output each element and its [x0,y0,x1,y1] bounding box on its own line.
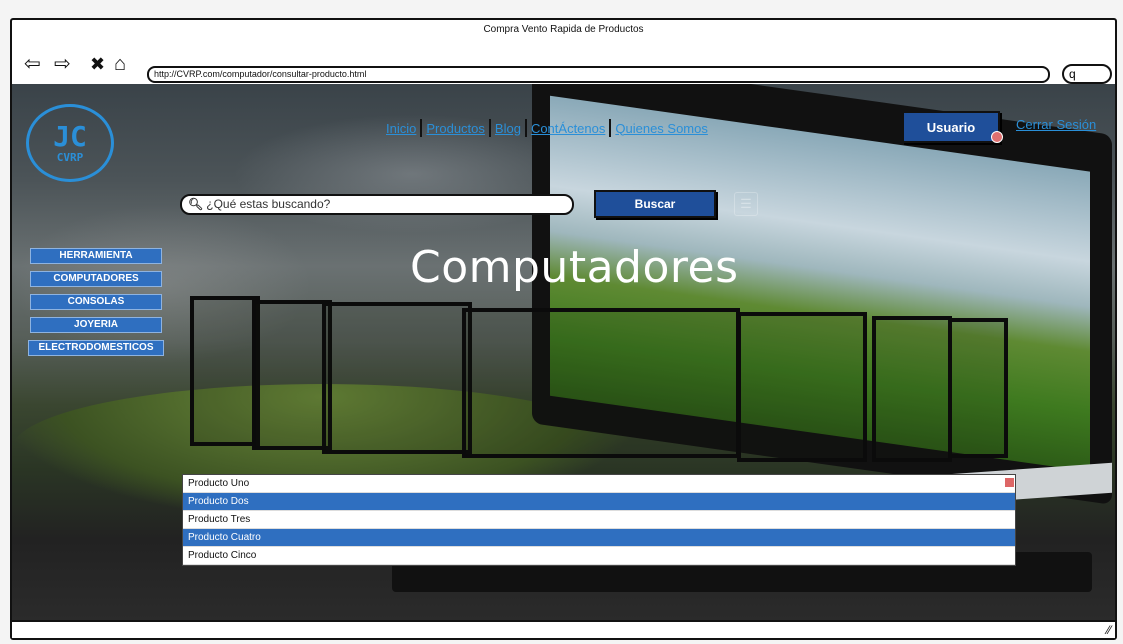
home-icon[interactable]: ⌂ [114,54,126,74]
search-button[interactable]: Buscar [594,190,716,218]
search-input[interactable]: 🔍︎ ¿Qué estas buscando? [180,194,574,215]
logout-link[interactable]: Cerrar Sesión [1016,117,1096,132]
browser-navbar: ⇦ ⇨ ✖ ⌂ http://CVRP.com/computador/consu… [12,40,1115,84]
magnifier-icon: 🔍︎ [188,197,204,211]
logo-mark: JC [53,119,87,153]
product-item[interactable]: Producto Cuatro [183,529,1015,547]
page-heading: Computadores [410,242,739,293]
decorative-frame [462,308,740,458]
forward-icon[interactable]: ⇨ [54,54,71,74]
filter-icon[interactable]: ☰ [734,192,758,216]
category-electrodomesticos[interactable]: ELECTRODOMESTICOS [28,340,164,356]
stop-icon[interactable]: ✖ [90,54,105,74]
nav-link-productos[interactable]: Productos [422,121,489,136]
product-item[interactable]: Producto Dos [183,493,1015,511]
resize-handle-icon[interactable]: ⁄⁄ [1107,623,1111,637]
nav-link-blog[interactable]: Blog [491,121,525,136]
decorative-frame [872,316,952,462]
list-scroll-indicator [1005,478,1014,487]
logo-text: CVRP [56,150,84,164]
nav-link-inicio[interactable]: Inicio [382,121,420,136]
category-computadores[interactable]: COMPUTADORES [30,271,162,287]
browser-search-field[interactable]: q [1062,64,1112,84]
browser-window: Compra Vento Rapida de Productos ⇦ ⇨ ✖ ⌂… [10,18,1117,640]
decorative-frame [948,318,1008,458]
cvrp-logo[interactable]: JC CVRP [26,104,114,182]
nav-link-quienes-somos[interactable]: Quienes Somos [611,121,712,136]
decorative-frame [322,302,472,454]
page-content: JC CVRP Inicio Productos Blog ContÁcteno… [12,84,1115,620]
product-list[interactable]: Producto Uno Producto Dos Producto Tres … [182,474,1016,566]
window-title: Compra Vento Rapida de Productos [483,24,644,35]
nav-link-contactenos[interactable]: ContÁctenos [527,121,609,136]
category-herramienta[interactable]: HERRAMIENTA [30,248,162,264]
browser-statusbar: ⁄⁄ [12,620,1115,638]
decorative-frame [252,300,332,450]
search-placeholder: ¿Qué estas buscando? [206,197,331,211]
product-item[interactable]: Producto Cinco [183,547,1015,565]
url-input[interactable]: http://CVRP.com/computador/consultar-pro… [147,66,1050,83]
product-item[interactable]: Producto Tres [183,511,1015,529]
decorative-frame [190,296,260,446]
product-item[interactable]: Producto Uno [183,475,1015,493]
user-status-icon [991,131,1003,143]
category-consolas[interactable]: CONSOLAS [30,294,162,310]
search-icon: q [1069,67,1076,81]
category-joyeria[interactable]: JOYERIA [30,317,162,333]
user-button[interactable]: Usuario [902,111,1000,143]
decorative-frame [737,312,867,462]
back-icon[interactable]: ⇦ [24,54,41,74]
top-navigation: Inicio Productos Blog ContÁctenos Quiene… [382,118,712,138]
